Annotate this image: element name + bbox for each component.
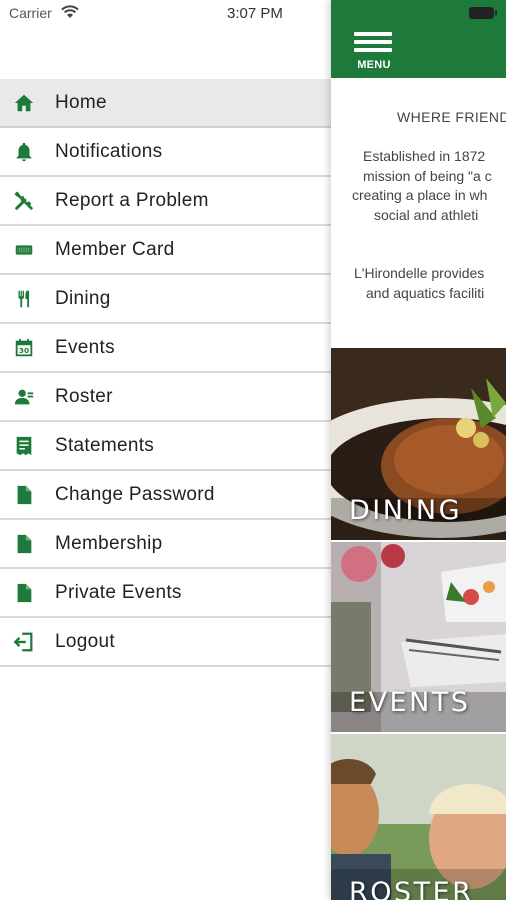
drawer-item-logout[interactable]: Logout — [0, 618, 331, 667]
drawer-item-events[interactable]: 30 Events — [0, 324, 331, 373]
menu-label: MENU — [357, 59, 391, 71]
intro-paragraph-2: L'Hirondelle provides and aquatics facil… — [350, 264, 506, 303]
drawer-item-private-events[interactable]: Private Events — [0, 569, 331, 618]
document-icon — [12, 581, 36, 605]
drawer-item-report-a-problem[interactable]: Report a Problem — [0, 177, 331, 226]
card-icon — [12, 238, 36, 262]
drawer-item-dining[interactable]: Dining — [0, 275, 331, 324]
logout-icon — [12, 630, 36, 654]
intro-line: Established in 1872 — [363, 148, 486, 164]
intro-line: mission of being "a c — [363, 167, 492, 184]
drawer-item-home[interactable]: Home — [0, 79, 331, 128]
carrier-label: Carrier — [9, 5, 52, 21]
document-icon — [12, 532, 36, 556]
menu-button[interactable]: MENU — [353, 32, 395, 74]
drawer-item-label: Change Password — [55, 484, 215, 505]
tagline: WHERE FRIEND — [397, 109, 506, 125]
events-tile-label: EVENTS — [349, 687, 471, 718]
wifi-icon — [61, 5, 79, 18]
battery-icon — [469, 7, 497, 19]
intro-text: WHERE FRIEND Established in 1872 mission… — [331, 78, 506, 348]
drawer-item-label: Report a Problem — [55, 190, 209, 211]
drawer-item-label: Home — [55, 92, 107, 113]
drawer-item-statements[interactable]: Statements — [0, 422, 331, 471]
bell-icon — [12, 140, 36, 164]
drawer-item-label: Member Card — [55, 239, 175, 260]
drawer-item-notifications[interactable]: Notifications — [0, 128, 331, 177]
dining-tile-label: DINING — [349, 495, 463, 526]
drawer-item-label: Membership — [55, 533, 163, 554]
intro-line: and aquatics faciliti — [366, 284, 485, 301]
drawer-item-label: Dining — [55, 288, 111, 309]
statement-icon — [12, 434, 36, 458]
roster-tile[interactable]: ROSTER — [331, 734, 506, 900]
intro-paragraph-1: Established in 1872 mission of being "a … — [350, 147, 506, 225]
hamburger-icon-bar — [354, 48, 392, 52]
calendar-day: 30 — [19, 346, 29, 355]
intro-line: L'Hirondelle provides — [354, 265, 485, 281]
drawer-item-label: Statements — [55, 435, 155, 456]
intro-line: social and athleti — [374, 206, 479, 223]
side-drawer: Home Notifications Report a Problem Memb… — [0, 0, 331, 900]
clock: 3:07 PM — [227, 5, 283, 22]
hamburger-icon-bar — [354, 40, 392, 44]
drawer-item-membership[interactable]: Membership — [0, 520, 331, 569]
hamburger-icon — [354, 32, 392, 36]
status-bar: Carrier 3:07 PM — [0, 0, 506, 30]
roster-photo — [331, 734, 506, 900]
calendar-icon: 30 — [12, 336, 36, 360]
roster-tile-label: ROSTER — [349, 877, 474, 900]
tools-icon — [12, 189, 36, 213]
drawer-item-label: Events — [55, 337, 115, 358]
events-tile[interactable]: EVENTS — [331, 542, 506, 732]
drawer-item-change-password[interactable]: Change Password — [0, 471, 331, 520]
dining-tile[interactable]: DINING — [331, 348, 506, 540]
person-icon — [12, 385, 36, 409]
dining-icon — [12, 287, 36, 311]
drawer-menu: Home Notifications Report a Problem Memb… — [0, 79, 331, 667]
drawer-item-label: Private Events — [55, 582, 182, 603]
document-icon — [12, 483, 36, 507]
drawer-item-label: Logout — [55, 631, 115, 652]
drawer-item-member-card[interactable]: Member Card — [0, 226, 331, 275]
intro-line: creating a place in wh — [352, 187, 488, 203]
drawer-item-roster[interactable]: Roster — [0, 373, 331, 422]
main-content: MENU WHERE FRIEND Established in 1872 mi… — [331, 0, 506, 900]
drawer-item-label: Notifications — [55, 141, 163, 162]
home-icon — [12, 91, 36, 115]
drawer-item-label: Roster — [55, 386, 113, 407]
